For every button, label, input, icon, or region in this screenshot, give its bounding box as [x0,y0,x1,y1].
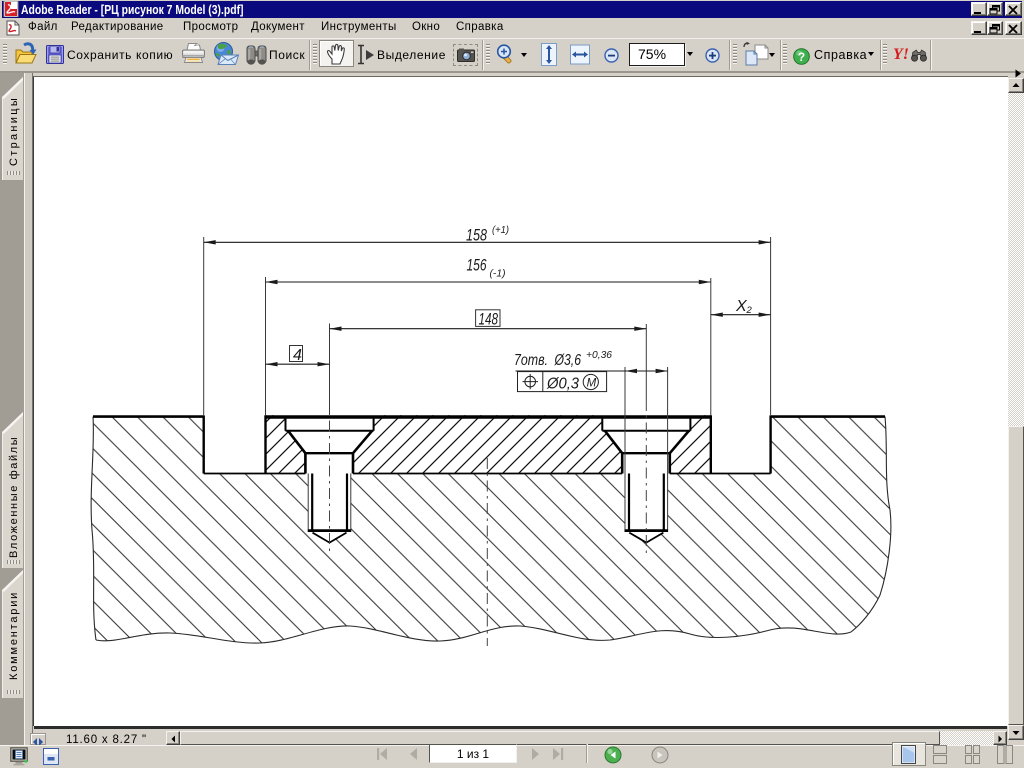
svg-text:4: 4 [293,347,302,364]
svg-text:?: ? [798,50,805,64]
svg-text:(-1): (-1) [490,269,506,280]
svg-text:156: 156 [467,256,487,275]
svg-text:M: M [587,378,597,390]
svg-text:Ø0,3: Ø0,3 [546,376,579,393]
svg-text:7отв.: 7отв. [514,352,548,369]
svg-text:2: 2 [746,305,753,316]
svg-text:+0,36: +0,36 [586,349,612,361]
svg-text:158: 158 [466,226,487,245]
svg-text:Ø3,6: Ø3,6 [554,352,581,369]
svg-text:148: 148 [479,311,499,329]
svg-text:(+1): (+1) [492,225,509,236]
